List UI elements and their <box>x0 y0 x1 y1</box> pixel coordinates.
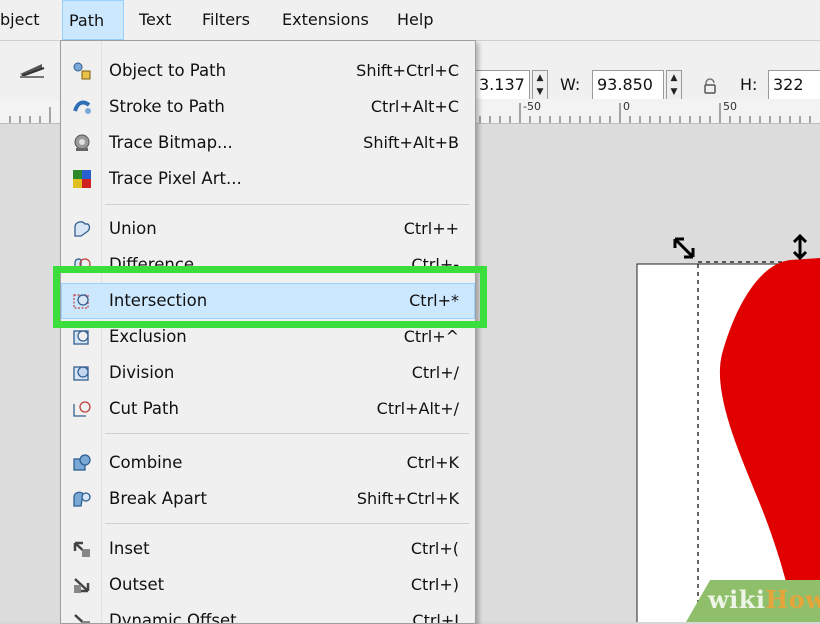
menu-item-outset[interactable]: Outset Ctrl+) <box>61 567 475 603</box>
menu-item-label: Division <box>109 363 175 382</box>
cut-path-icon <box>72 399 92 419</box>
menubar: bject Path Text Filters Extensions Help <box>0 0 820 41</box>
menu-separator <box>105 204 469 205</box>
trace-bitmap-icon <box>72 133 92 153</box>
ruler-label-minus-50: -50 <box>523 100 541 113</box>
menu-item-shortcut: Shift+Alt+B <box>363 133 459 152</box>
menu-item-combine[interactable]: Combine Ctrl+K <box>61 445 475 481</box>
menu-item-object-to-path[interactable]: Object to Path Shift+Ctrl+C <box>61 53 475 89</box>
menu-item-label: Stroke to Path <box>109 97 225 116</box>
menu-object[interactable]: bject <box>0 0 46 40</box>
menu-item-trace-bitmap[interactable]: Trace Bitmap... Shift+Alt+B <box>61 125 475 161</box>
scale-handle-top-left <box>673 237 695 259</box>
menu-item-shortcut: Ctrl+K <box>406 453 459 472</box>
inset-icon <box>72 539 92 559</box>
menu-text[interactable]: Text <box>133 0 177 40</box>
outset-icon <box>72 575 92 595</box>
width-field[interactable]: 93.850 <box>592 70 664 100</box>
menu-item-label: Outset <box>109 575 165 594</box>
menu-extensions[interactable]: Extensions <box>276 0 375 40</box>
menu-item-shortcut: Ctrl+Alt+C <box>370 97 459 116</box>
trace-pixel-art-icon <box>72 169 92 189</box>
break-apart-icon <box>72 489 92 509</box>
exclusion-icon <box>72 327 92 347</box>
menu-item-label: Inset <box>109 539 150 558</box>
dynamic-offset-icon <box>72 611 92 623</box>
menu-separator <box>105 523 469 524</box>
path-menu: Object to Path Shift+Ctrl+C Stroke to Pa… <box>60 40 476 624</box>
menu-item-union[interactable]: Union Ctrl++ <box>61 211 475 247</box>
menu-item-shortcut: Ctrl+) <box>410 575 459 594</box>
stroke-to-path-icon <box>72 97 92 117</box>
menu-help[interactable]: Help <box>391 0 439 40</box>
menu-item-inset[interactable]: Inset Ctrl+( <box>61 531 475 567</box>
lock-icon[interactable] <box>702 78 718 94</box>
ruler-label-0: 0 <box>623 100 630 113</box>
watermark-wiki: wiki <box>708 585 766 614</box>
menu-filters[interactable]: Filters <box>196 0 256 40</box>
menu-item-label: Dynamic Offset <box>109 611 237 624</box>
h-label: H: <box>740 75 758 94</box>
scale-handle-top <box>792 233 808 261</box>
menu-item-shortcut: Shift+Ctrl+K <box>356 489 459 508</box>
menu-item-trace-pixel-art[interactable]: Trace Pixel Art... <box>61 161 475 197</box>
division-icon <box>72 363 92 383</box>
menu-item-shortcut: Shift+Ctrl+C <box>356 61 459 80</box>
x-coordinate-field[interactable]: 3.137 <box>474 70 530 100</box>
union-icon <box>72 219 92 239</box>
object-to-path-icon <box>72 61 92 81</box>
w-label: W: <box>560 75 581 94</box>
menu-item-break-apart[interactable]: Break Apart Shift+Ctrl+K <box>61 481 475 517</box>
menu-item-label: Union <box>109 219 157 238</box>
lower-to-bottom-icon[interactable] <box>18 58 46 80</box>
menu-item-stroke-to-path[interactable]: Stroke to Path Ctrl+Alt+C <box>61 89 475 125</box>
menu-item-label: Trace Pixel Art... <box>109 169 242 188</box>
menu-item-dynamic-offset[interactable]: Dynamic Offset Ctrl+J <box>61 603 475 624</box>
menu-item-shortcut: Ctrl+/ <box>411 363 459 382</box>
menu-item-shortcut: Ctrl+( <box>410 539 459 558</box>
menu-item-label: Cut Path <box>109 399 179 418</box>
menu-item-shortcut: Ctrl++ <box>403 219 459 238</box>
width-spinner[interactable]: ▲ ▼ <box>666 70 682 100</box>
watermark-how: How <box>765 585 820 614</box>
x-spinner[interactable]: ▲ ▼ <box>532 70 548 100</box>
menu-path[interactable]: Path <box>62 0 124 40</box>
menu-item-label: Combine <box>109 453 183 472</box>
menu-item-shortcut: Ctrl+J <box>412 611 459 624</box>
menu-item-label: Break Apart <box>109 489 207 508</box>
menu-item-cut-path[interactable]: Cut Path Ctrl+Alt+/ <box>61 391 475 427</box>
menu-item-label: Object to Path <box>109 61 227 80</box>
menu-item-division[interactable]: Division Ctrl+/ <box>61 355 475 391</box>
combine-icon <box>72 453 92 473</box>
menu-item-label: Trace Bitmap... <box>109 133 233 152</box>
menu-separator <box>105 433 469 434</box>
intersection-highlight-box <box>53 266 487 328</box>
ruler-label-50: 50 <box>723 100 737 113</box>
menu-item-shortcut: Ctrl+Alt+/ <box>376 399 459 418</box>
height-field[interactable]: 322 <box>768 70 820 100</box>
